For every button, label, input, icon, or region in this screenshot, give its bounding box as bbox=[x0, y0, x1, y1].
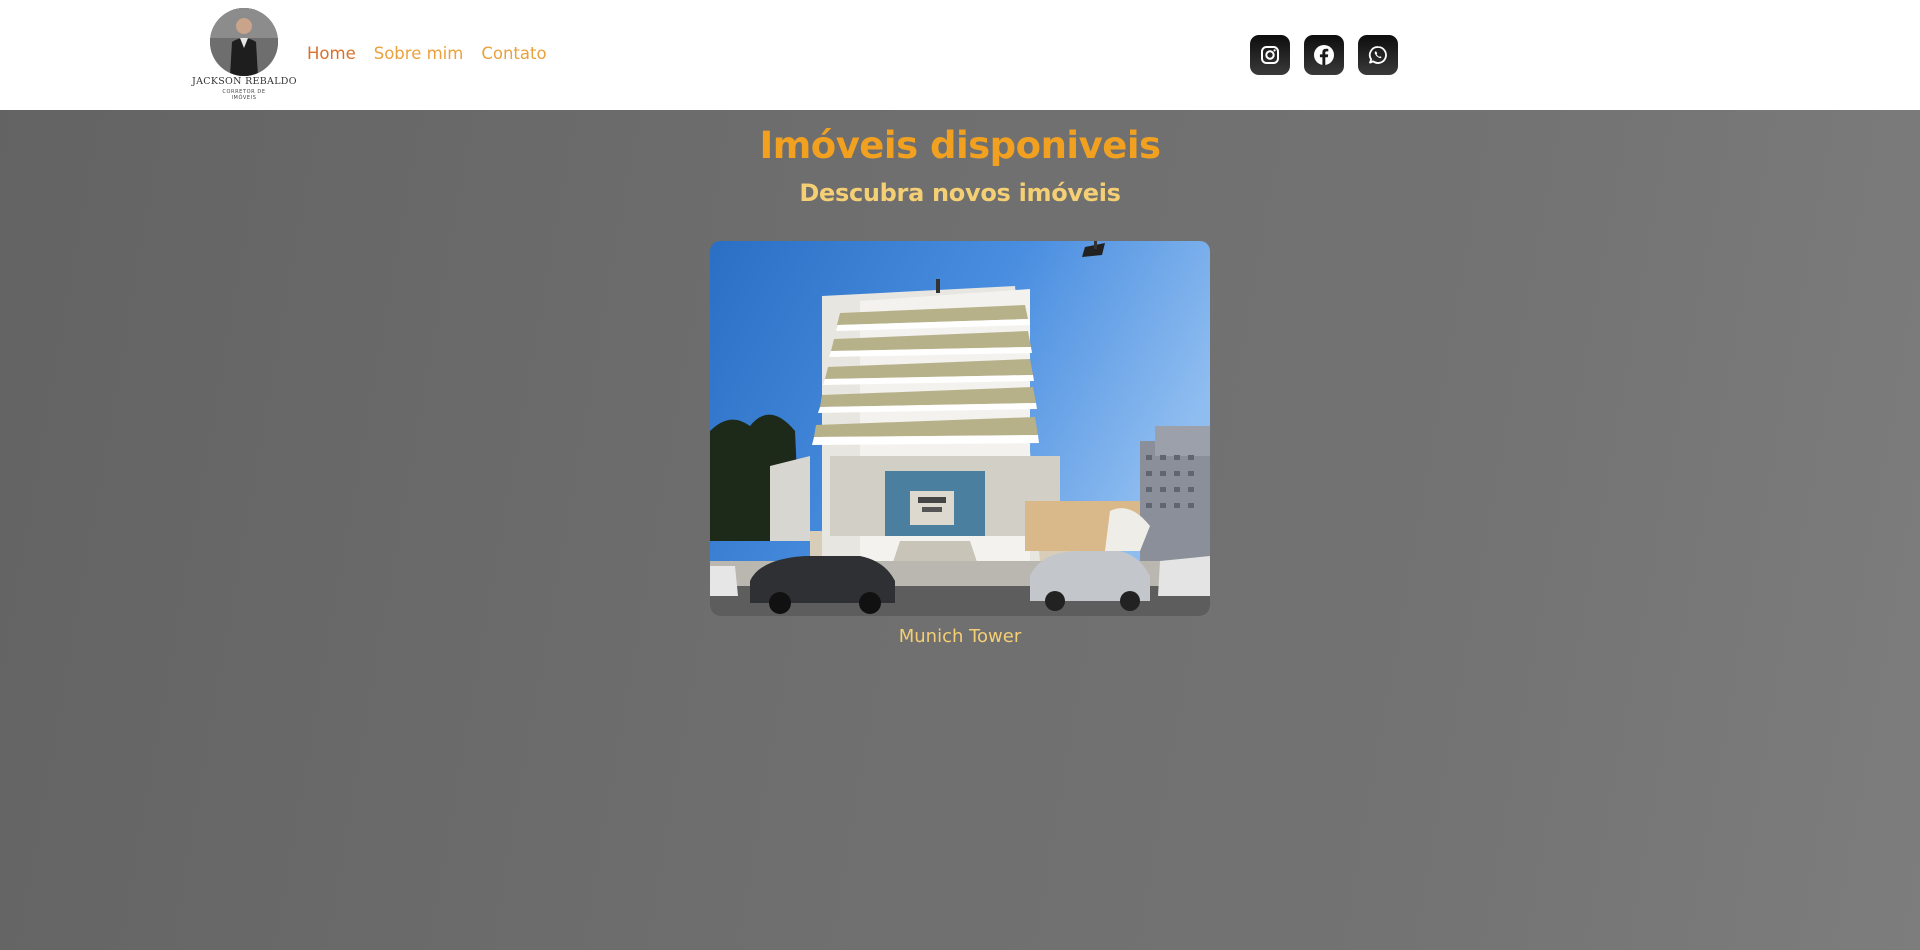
site-logo[interactable]: JACKSON REBALDO CORRETOR DE IMÓVEIS bbox=[192, 8, 297, 104]
nav-contato[interactable]: Contato bbox=[481, 44, 546, 63]
whatsapp-icon bbox=[1368, 46, 1387, 64]
top-navbar: JACKSON REBALDO CORRETOR DE IMÓVEIS Home… bbox=[0, 0, 1920, 110]
facebook-button[interactable] bbox=[1304, 35, 1344, 75]
main-nav: Home Sobre mim Contato bbox=[307, 44, 547, 63]
page-title: Imóveis disponiveis bbox=[759, 124, 1161, 167]
logo-subtitle: CORRETOR DE IMÓVEIS bbox=[192, 89, 296, 101]
instagram-button[interactable] bbox=[1250, 35, 1290, 75]
facebook-icon bbox=[1314, 45, 1334, 65]
listing-card-title[interactable]: Munich Tower bbox=[0, 626, 1920, 647]
page-subtitle: Descubra novos imóveis bbox=[799, 179, 1121, 207]
logo-subtitle-line2: IMÓVEIS bbox=[231, 95, 257, 101]
nav-home[interactable]: Home bbox=[307, 44, 356, 63]
social-links bbox=[1250, 35, 1398, 75]
nav-sobre-mim[interactable]: Sobre mim bbox=[374, 44, 464, 63]
logo-name: JACKSON REBALDO bbox=[192, 76, 297, 87]
listing-card-image[interactable] bbox=[710, 241, 1210, 616]
avatar bbox=[210, 8, 278, 76]
instagram-icon bbox=[1261, 46, 1279, 64]
whatsapp-button[interactable] bbox=[1358, 35, 1398, 75]
building-photo bbox=[710, 241, 1210, 616]
